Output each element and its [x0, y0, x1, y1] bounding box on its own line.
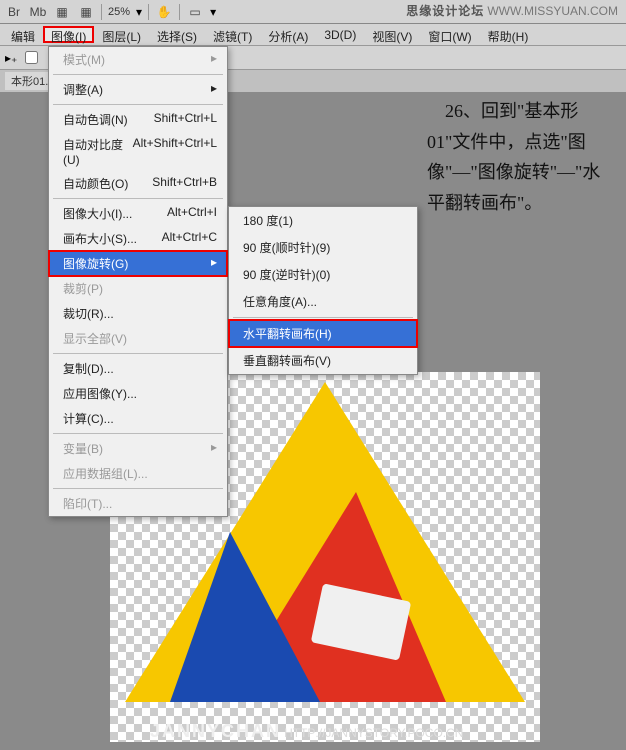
menu-duplicate[interactable]: 复制(D)... [49, 356, 227, 381]
menu-window[interactable]: 窗口(W) [420, 26, 479, 43]
chevron-down-icon[interactable]: ▾ [210, 5, 216, 19]
menu-help[interactable]: 帮助(H) [480, 26, 537, 43]
image-menu-dropdown: 模式(M) 调整(A) 自动色调(N)Shift+Ctrl+L 自动对比度(U)… [48, 46, 228, 517]
menu-trim[interactable]: 裁切(R)... [49, 301, 227, 326]
menu-canvas-size[interactable]: 画布大小(S)...Alt+Ctrl+C [49, 226, 227, 251]
separator [101, 4, 102, 20]
menu-image[interactable]: 图像(I) [43, 26, 94, 43]
separator [53, 198, 223, 199]
menu-adjustments[interactable]: 调整(A) [49, 77, 227, 102]
image-rotation-submenu: 180 度(1) 90 度(顺时针)(9) 90 度(逆时针)(0) 任意角度(… [228, 206, 418, 375]
menu-apply-image[interactable]: 应用图像(Y)... [49, 381, 227, 406]
watermark-top: 思缘设计论坛 WWW.MISSYUAN.COM [406, 2, 618, 19]
menu-crop[interactable]: 裁剪(P) [49, 276, 227, 301]
menu-rotate-180[interactable]: 180 度(1) [229, 207, 417, 234]
separator [233, 317, 413, 318]
move-icon[interactable]: ▸₊ [5, 51, 17, 65]
menubar: 编辑 图像(I) 图层(L) 选择(S) 滤镜(T) 分析(A) 3D(D) 视… [0, 24, 626, 46]
menu-flip-horizontal[interactable]: 水平翻转画布(H) [229, 320, 417, 347]
menu-auto-tone[interactable]: 自动色调(N)Shift+Ctrl+L [49, 107, 227, 132]
separator [53, 353, 223, 354]
grid2-icon[interactable]: ▦ [77, 3, 95, 21]
menu-layer[interactable]: 图层(L) [94, 26, 149, 43]
chevron-down-icon[interactable]: ▾ [136, 5, 142, 19]
menu-image-rotation[interactable]: 图像旋转(G) [49, 251, 227, 276]
menu-image-size[interactable]: 图像大小(I)...Alt+Ctrl+I [49, 201, 227, 226]
menu-3d[interactable]: 3D(D) [316, 26, 364, 43]
menu-filter[interactable]: 滤镜(T) [205, 26, 260, 43]
triangle-blue [170, 532, 320, 702]
minibridge-icon[interactable]: Mb [29, 3, 47, 21]
menu-analysis[interactable]: 分析(A) [260, 26, 316, 43]
menu-select[interactable]: 选择(S) [149, 26, 205, 43]
menu-apply-dataset[interactable]: 应用数据组(L)... [49, 461, 227, 486]
instruction-text: 26、回到"基本形01"文件中，点选"图像"—"图像旋转"—"水平翻转画布"。 [427, 96, 612, 218]
menu-variables[interactable]: 变量(B) [49, 436, 227, 461]
separator [53, 488, 223, 489]
menu-trap[interactable]: 陷印(T)... [49, 491, 227, 516]
separator [53, 74, 223, 75]
bridge-icon[interactable]: Br [5, 3, 23, 21]
menu-auto-color[interactable]: 自动颜色(O)Shift+Ctrl+B [49, 171, 227, 196]
separator [53, 433, 223, 434]
menu-calculations[interactable]: 计算(C)... [49, 406, 227, 431]
screen-icon[interactable]: ▭ [186, 3, 204, 21]
menu-edit[interactable]: 编辑 [3, 26, 43, 43]
menu-view[interactable]: 视图(V) [364, 26, 420, 43]
hand-icon[interactable]: ✋ [155, 3, 173, 21]
menu-mode[interactable]: 模式(M) [49, 47, 227, 72]
menu-auto-contrast[interactable]: 自动对比度(U)Alt+Shift+Ctrl+L [49, 132, 227, 171]
menu-reveal-all[interactable]: 显示全部(V) [49, 326, 227, 351]
zoom-value[interactable]: 25% [108, 6, 130, 18]
separator [148, 4, 149, 20]
grid-icon[interactable]: ▦ [53, 3, 71, 21]
auto-select-checkbox[interactable] [25, 51, 38, 64]
separator [53, 104, 223, 105]
menu-flip-vertical[interactable]: 垂直翻转画布(V) [229, 347, 417, 374]
menu-rotate-arbitrary[interactable]: 任意角度(A)... [229, 288, 417, 315]
watermark-bottom: JANNYCHAN HTTP://JANNYSTORY.POCO.CN [150, 721, 463, 742]
separator [179, 4, 180, 20]
menu-rotate-90cw[interactable]: 90 度(顺时针)(9) [229, 234, 417, 261]
menu-rotate-90ccw[interactable]: 90 度(逆时针)(0) [229, 261, 417, 288]
